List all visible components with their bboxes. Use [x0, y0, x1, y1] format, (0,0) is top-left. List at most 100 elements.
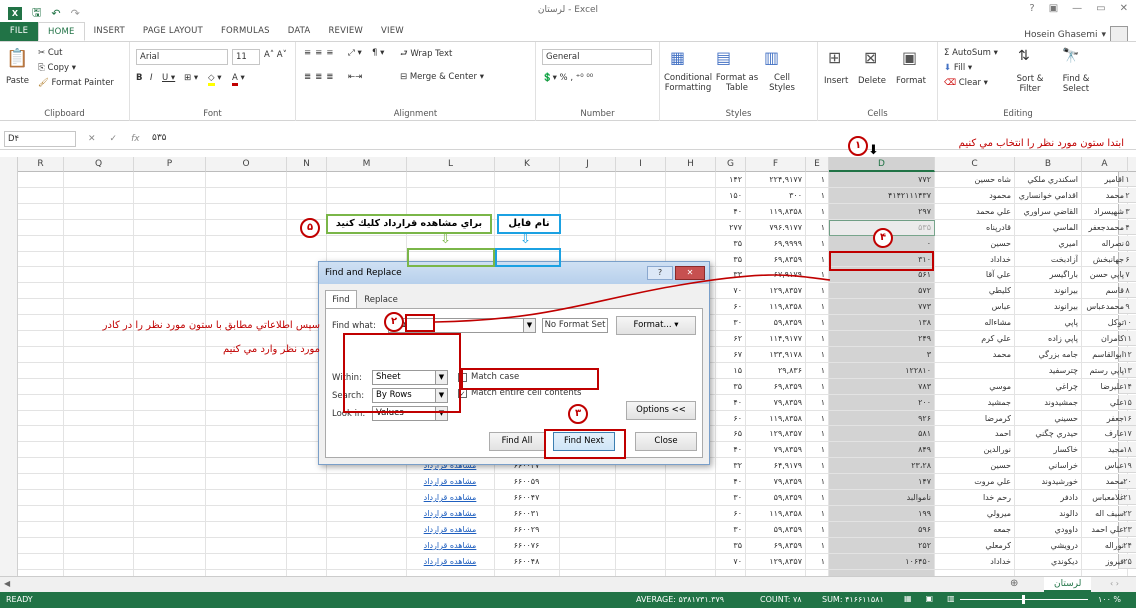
cell-a[interactable]: مجيد — [1084, 442, 1124, 457]
cell-e[interactable]: ۱ — [808, 458, 825, 473]
number-format-select[interactable]: General — [542, 49, 652, 65]
cell-d[interactable]: ۲۳،۲۸ — [831, 458, 931, 473]
vertical-scrollbar[interactable] — [0, 157, 18, 577]
cell-g[interactable]: ۲۷۷ — [718, 220, 742, 235]
column-header-c[interactable]: C — [935, 157, 1015, 172]
cell-f[interactable]: ۶۹,۸۳۵۹ — [748, 538, 802, 553]
cell-f[interactable]: ۶۹,۸۳۵۹ — [748, 379, 802, 394]
cell-g[interactable]: ۶۰ — [718, 506, 742, 521]
cell-b[interactable]: داوودي — [1017, 522, 1078, 537]
cell-k[interactable]: ۶۶۰۰۵۹ — [497, 474, 556, 489]
cell-k[interactable]: ۶۶۰۰۲۹ — [497, 522, 556, 537]
column-header-b[interactable]: B — [1015, 157, 1082, 172]
cell-k[interactable]: ۶۶۰۰۴۸ — [497, 554, 556, 569]
cell-d[interactable]: ۵۹۶ — [831, 522, 931, 537]
column-header-l[interactable]: L — [407, 157, 495, 172]
cell-f[interactable]: ۷۹,۸۳۵۹ — [748, 442, 802, 457]
cell-e[interactable]: ۱ — [808, 236, 825, 251]
cell-b[interactable]: خراساني — [1017, 458, 1078, 473]
cell-e[interactable]: ۱ — [808, 395, 825, 410]
cell-a[interactable]: شهيسراد — [1084, 204, 1124, 219]
cell-b[interactable]: اقدامي خوانساري — [1017, 188, 1078, 203]
cell-e[interactable]: ۱ — [808, 363, 825, 378]
zoom-slider-thumb[interactable] — [1022, 595, 1025, 604]
cell-e[interactable]: ۱ — [808, 411, 825, 426]
cell-c[interactable]: خداداد — [937, 554, 1011, 569]
cell-e[interactable]: ۱ — [808, 490, 825, 505]
column-header-m[interactable]: M — [327, 157, 407, 172]
format-as-table-button[interactable]: Format as Table — [714, 73, 760, 93]
cell-b[interactable]: باراگيسر — [1017, 267, 1078, 282]
formula-input[interactable]: ۵۳۵ — [152, 133, 167, 143]
cell-a[interactable]: سيف اله — [1084, 506, 1124, 521]
column-header-f[interactable]: F — [746, 157, 806, 172]
cell-d[interactable]: ۱۹۹ — [831, 506, 931, 521]
cell-l[interactable]: مشاهده قرارداد — [409, 554, 491, 569]
cell-e[interactable]: ۱ — [808, 474, 825, 489]
cell-f[interactable]: ۱۱۴,۹۱۷۷ — [748, 331, 802, 346]
format-painter-button[interactable]: 🖌 Format Painter — [38, 78, 114, 88]
ribbon-display-icon[interactable]: ▣ — [1049, 3, 1058, 14]
cell-b[interactable]: جمشيدوند — [1017, 395, 1078, 410]
cell-f[interactable]: ۱۱۹,۸۳۵۸ — [748, 506, 802, 521]
find-binoculars-icon[interactable]: 🔭 — [1062, 48, 1079, 64]
close-icon[interactable]: ✕ — [1120, 3, 1128, 14]
cell-f[interactable]: ۳۰۰ — [748, 188, 802, 203]
cell-styles-button[interactable]: Cell Styles — [762, 73, 802, 93]
number-format-icons[interactable]: 💲▾ % , ⁺⁰ ⁰⁰ — [542, 73, 593, 83]
cell-c[interactable]: كرمعلي — [937, 538, 1011, 553]
cell-a[interactable]: غلامعباس — [1084, 490, 1124, 505]
cell-g[interactable]: ۶۷ — [718, 347, 742, 362]
cell-f[interactable]: ۱۱۹,۸۳۵۸ — [748, 204, 802, 219]
cell-e[interactable]: ۱ — [808, 172, 825, 187]
underline-button[interactable]: U ▾ — [162, 73, 175, 83]
column-header-r[interactable]: R — [18, 157, 64, 172]
cell-f[interactable]: ۷۹,۸۳۵۹ — [748, 395, 802, 410]
cell-f[interactable]: ۱۱۹,۸۳۵۸ — [748, 411, 802, 426]
cell-d[interactable]: ۱۰۶۴۵۰ — [831, 554, 931, 569]
cell-b[interactable]: چراغي — [1017, 379, 1078, 394]
enter-icon[interactable]: ✓ — [110, 134, 118, 144]
column-header-o[interactable]: O — [206, 157, 287, 172]
cell-g[interactable]: ۷۰ — [718, 554, 742, 569]
cell-e[interactable]: ۱ — [808, 188, 825, 203]
autosum-button[interactable]: Σ AutoSum ▾ — [944, 48, 998, 58]
cell-a[interactable]: پاپي رستم — [1084, 363, 1124, 378]
cell-f[interactable]: ۵۹,۸۳۵۹ — [748, 522, 802, 537]
cancel-icon[interactable]: ✕ — [88, 134, 96, 144]
cell-g[interactable]: ۶۵ — [718, 426, 742, 441]
cell-d[interactable]: ۵۸۱ — [831, 426, 931, 441]
rtl-icon[interactable]: ¶ ▾ — [372, 48, 384, 58]
cell-d[interactable]: ۱۲۲۸۱۰ — [831, 363, 931, 378]
cell-k[interactable]: ۶۶۰۰۳۱ — [497, 506, 556, 521]
cell-e[interactable]: ۱ — [808, 538, 825, 553]
tab-page-layout[interactable]: PAGE LAYOUT — [134, 22, 212, 41]
cell-c[interactable]: شاه حسين — [937, 172, 1011, 187]
cell-c[interactable]: علي محمد — [937, 204, 1011, 219]
sheet-nav-icons[interactable]: ‹ › — [1110, 579, 1119, 588]
sheet-tab-lorestan[interactable]: لرستان — [1044, 577, 1092, 592]
insert-button[interactable]: Insert — [824, 76, 848, 86]
cell-c[interactable]: علي كرم — [937, 331, 1011, 346]
cell-d[interactable]: ۲۴۹ — [831, 331, 931, 346]
cell-e[interactable]: ۱ — [808, 379, 825, 394]
cell-b[interactable]: الماسي — [1017, 220, 1078, 235]
insert-cells-icon[interactable]: ⊞ — [828, 48, 841, 67]
cell-l[interactable]: مشاهده قرارداد — [409, 474, 491, 489]
cell-a[interactable]: كامران — [1084, 331, 1124, 346]
delete-cells-icon[interactable]: ⊠ — [864, 48, 877, 67]
column-header-d[interactable]: D — [829, 157, 935, 172]
column-header-a[interactable]: A — [1082, 157, 1128, 172]
cell-b[interactable]: بيرانوند — [1017, 299, 1078, 314]
cell-b[interactable]: دادفر — [1017, 490, 1078, 505]
cell-g[interactable]: ۶۲ — [718, 331, 742, 346]
cell-d[interactable]: ۹۲۶ — [831, 411, 931, 426]
paste-icon[interactable]: 📋 — [6, 48, 28, 69]
indent-icons[interactable]: ⇤⇥ — [348, 72, 362, 82]
cell-c[interactable]: جمعه — [937, 522, 1011, 537]
cell-f[interactable]: ۷۹,۸۳۵۹ — [748, 474, 802, 489]
column-header-k[interactable]: K — [495, 157, 560, 172]
cell-e[interactable]: ۱ — [808, 426, 825, 441]
format-cells-icon[interactable]: ▣ — [902, 48, 917, 67]
column-header-q[interactable]: Q — [64, 157, 134, 172]
